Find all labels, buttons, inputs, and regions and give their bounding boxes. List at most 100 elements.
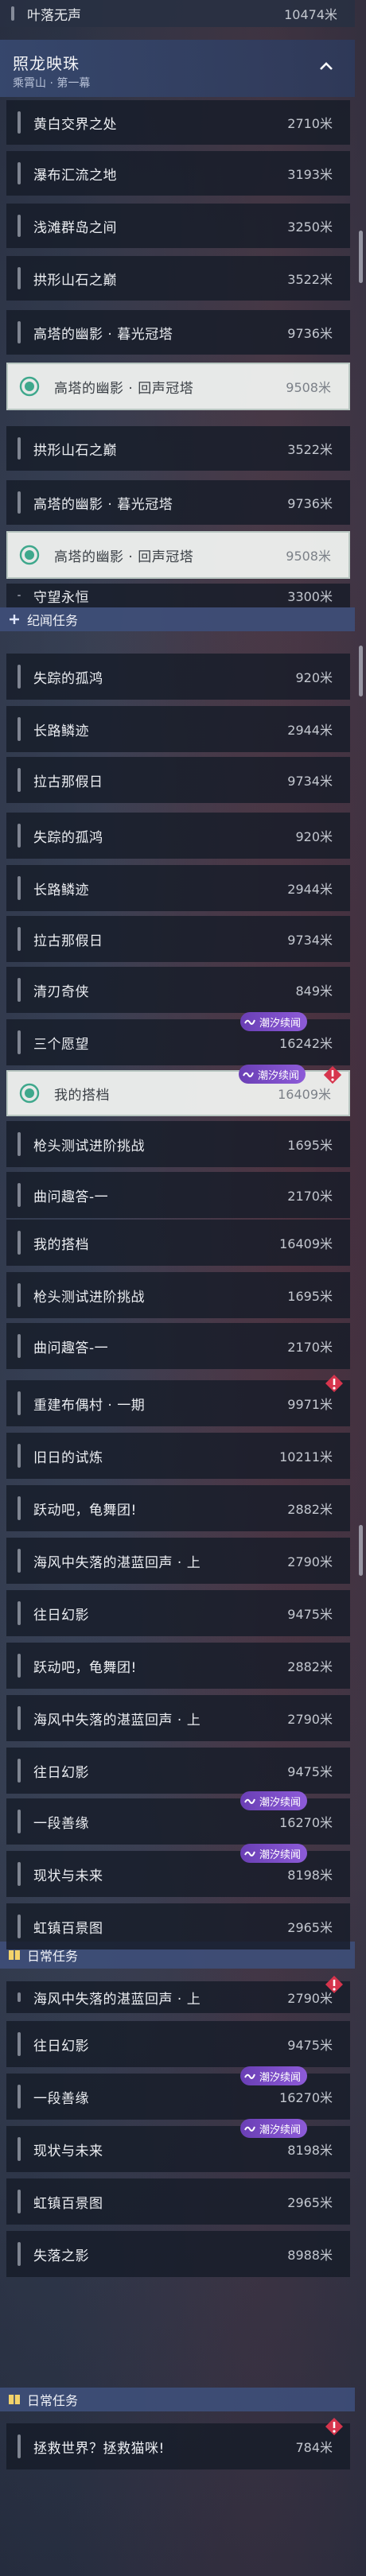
quest-row[interactable]: 拉古那假日 9734米 (6, 757, 350, 803)
quest-title: 叶落无声 (27, 7, 81, 24)
quest-row[interactable]: 跃动吧，龟舞团! 2882米 (6, 1485, 350, 1531)
chevron-up-icon[interactable] (317, 57, 336, 76)
quest-row[interactable]: 虹镇百景图 2965米 (6, 1903, 350, 1949)
quest-distance: 2170米 (287, 1340, 333, 1355)
quest-distance: 3250米 (287, 219, 333, 235)
quest-row[interactable]: 现状与未来 8198米 潮汐续闻 (6, 1844, 350, 1897)
quest-row[interactable]: 失踪的孤鸿 920米 (6, 654, 350, 700)
quest-marker (18, 927, 21, 951)
quest-row[interactable]: 高塔的幽影 · 回声冠塔 9508米 (6, 363, 350, 410)
quest-row[interactable]: 现状与未来 8198米 潮汐续闻 (6, 2119, 350, 2172)
tag-label: 潮汐续闻 (259, 2071, 301, 2084)
quest-marker (18, 595, 21, 596)
quest-row-top[interactable]: 叶落无声 10474米 (0, 0, 355, 27)
quest-row[interactable]: 长路鳞迹 2944米 (6, 706, 350, 752)
quest-row[interactable]: 一段善缘 16270米 潮汐续闻 (6, 2066, 350, 2120)
quest-distance: 2790米 (287, 1554, 333, 1569)
quest-row[interactable]: 浅滩群岛之间 3250米 (6, 204, 350, 248)
quest-marker (18, 1496, 21, 1520)
quest-distance: 3300米 (287, 589, 333, 604)
quest-row[interactable]: 高塔的幽影 · 暮光冠塔 9736米 (6, 310, 350, 355)
quest-marker (18, 824, 21, 848)
quest-row[interactable]: 清刃奇侠 849米 (6, 967, 350, 1013)
quest-marker (18, 215, 21, 237)
quest-row[interactable]: 瀑布汇流之地 3193米 (6, 151, 350, 196)
quest-distance: 2882米 (287, 1659, 333, 1674)
quest-row[interactable]: 我的搭档 16409米 潮汐续闻 (6, 1065, 350, 1116)
quest-row[interactable]: 高塔的幽影 · 暮光冠塔 9736米 (6, 480, 350, 525)
quest-title: 高塔的幽影 · 暮光冠塔 (33, 326, 173, 343)
quest-distance: 2944米 (287, 882, 333, 897)
quest-row[interactable]: 往日幻影 9475米 (6, 1590, 350, 1636)
scrollbar-thumb-3[interactable] (359, 1525, 363, 1576)
quest-distance: 9736米 (287, 326, 333, 341)
quest-marker (18, 1862, 21, 1886)
quest-marker (18, 321, 21, 343)
quest-title: 黄白交界之处 (33, 116, 117, 133)
quest-row[interactable]: 曲问趣答-一 2170米 (6, 1172, 350, 1218)
scrollbar-thumb[interactable] (359, 231, 363, 283)
quest-row[interactable]: 海风中失落的湛蓝回声 · 上 2790米 (6, 1538, 350, 1584)
tracking-icon (19, 1083, 40, 1104)
quest-distance: 1695米 (287, 1289, 333, 1304)
quest-row[interactable]: 往日幻影 9475米 (6, 2021, 350, 2067)
quest-row[interactable]: 拉古那假日 9734米 (6, 916, 350, 962)
quest-title: 浅滩群岛之间 (33, 219, 117, 236)
quest-title: 拉古那假日 (33, 774, 103, 790)
quest-row[interactable]: 守望永恒 3300米 (6, 584, 350, 607)
quest-marker (18, 1601, 21, 1625)
quest-distance: 2710米 (287, 116, 333, 131)
tide-tag: 潮汐续闻 (239, 1012, 307, 1031)
quest-row[interactable]: 重建布偶村 · 一期 9971米 (6, 1375, 350, 1426)
tag-label: 潮汐续闻 (259, 1849, 301, 1861)
quest-distance: 10474米 (284, 7, 337, 22)
quest-marker (18, 717, 21, 741)
wave-icon (244, 1019, 255, 1025)
tag-label: 潮汐续闻 (257, 1069, 299, 1082)
quest-marker (18, 1549, 21, 1573)
quest-row[interactable]: 旧日的试炼 10211米 (6, 1433, 350, 1479)
scrollbar-thumb-2[interactable] (359, 646, 363, 696)
quest-row[interactable]: 失踪的孤鸿 920米 (6, 813, 350, 859)
quest-row[interactable]: 失落之影 8988米 (6, 2231, 350, 2277)
quest-row[interactable]: 海风中失落的湛蓝回声 · 上 2790米 (6, 1976, 350, 2013)
tide-tag: 潮汐续闻 (239, 2066, 307, 2085)
quest-row[interactable]: 高塔的幽影 · 回声冠塔 9508米 (6, 531, 350, 579)
section-header-jiwen[interactable]: 纪闻任务 (0, 607, 355, 631)
quest-row[interactable]: 拯救世界？拯救猫咪! 784米 (6, 2418, 350, 2469)
quest-title: 失踪的孤鸿 (33, 829, 103, 846)
quest-distance: 9475米 (287, 1607, 333, 1622)
quest-marker (18, 1391, 21, 1415)
quest-row[interactable]: 黄白交界之处 2710米 (6, 100, 350, 145)
group-title: 照龙映珠 (13, 54, 80, 73)
quest-title: 失踪的孤鸿 (33, 670, 103, 687)
quest-title: 高塔的幽影 · 回声冠塔 (54, 549, 194, 565)
quest-row[interactable]: 枪头测试进阶挑战 1695米 (6, 1272, 350, 1318)
quest-row[interactable]: 曲问趣答-一 2170米 (6, 1323, 350, 1369)
quest-marker (18, 1810, 21, 1833)
quest-row[interactable]: 一段善缘 16270米 潮汐续闻 (6, 1791, 350, 1845)
section-header-richang-2[interactable]: 日常任务 (0, 2388, 355, 2411)
tide-tag: 潮汐续闻 (238, 1065, 306, 1084)
quest-row[interactable]: 长路鳞迹 2944米 (6, 865, 350, 911)
quest-row[interactable]: 拱形山石之巅 3522米 (6, 256, 350, 301)
quest-group-header[interactable]: 照龙映珠 乘霄山 · 第一幕 (0, 40, 355, 97)
alert-icon (325, 2418, 343, 2435)
quest-distance: 849米 (295, 983, 333, 999)
quest-title: 往日幻影 (33, 1764, 89, 1781)
quest-row[interactable]: 往日幻影 9475米 (6, 1748, 350, 1794)
quest-row[interactable]: 枪头测试进阶挑战 1695米 (6, 1121, 350, 1167)
quest-row[interactable]: 三个愿望 16242米 潮汐续闻 (6, 1012, 350, 1065)
quest-row[interactable]: 跃动吧，龟舞团! 2882米 (6, 1643, 350, 1689)
quest-title: 跃动吧，龟舞团! (33, 1659, 137, 1676)
quest-row[interactable]: 海风中失落的湛蓝回声 · 上 2790米 (6, 1695, 350, 1741)
tag-label: 潮汐续闻 (259, 1796, 301, 1809)
quest-title: 现状与未来 (33, 2143, 103, 2159)
quest-row[interactable]: 拱形山石之巅 3522米 (6, 426, 350, 471)
quest-distance: 8988米 (287, 2248, 333, 2263)
quest-distance: 2965米 (287, 2195, 333, 2210)
quest-distance: 9475米 (287, 2038, 333, 2053)
quest-row[interactable]: 虹镇百景图 2965米 (6, 2178, 350, 2225)
quest-row[interactable]: 我的搭档 16409米 (6, 1220, 350, 1266)
quest-distance: 16409米 (279, 1236, 333, 1251)
